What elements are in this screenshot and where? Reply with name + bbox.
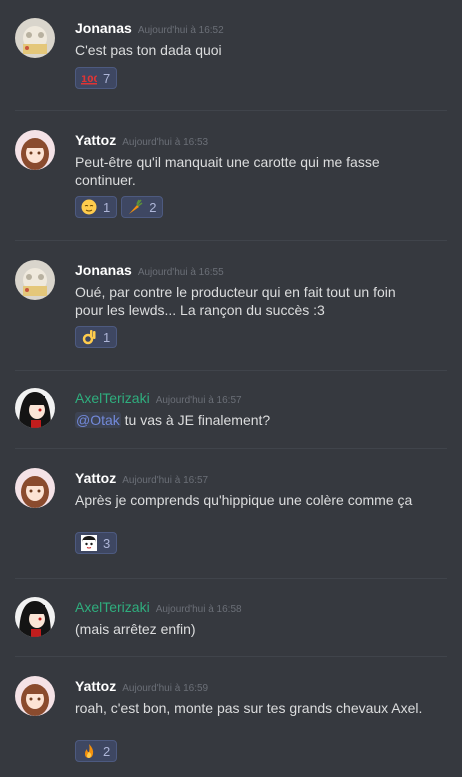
reaction-count: 3: [103, 535, 111, 551]
message-divider: [15, 578, 447, 579]
message-text: @Otak tu vas à JE finalement?: [75, 411, 425, 429]
message-divider: [15, 656, 447, 657]
carrot-icon: [127, 199, 143, 215]
message-divider: [15, 370, 447, 371]
reaction-button[interactable]: 2: [75, 740, 118, 762]
ok-hand-icon: [81, 329, 97, 345]
timestamp: Aujourd'hui à 16:58: [155, 604, 242, 615]
avatar[interactable]: [15, 468, 55, 508]
avatar[interactable]: [15, 676, 55, 716]
timestamp: Aujourd'hui à 16:57: [155, 395, 242, 406]
avatar[interactable]: [15, 388, 55, 428]
author-name[interactable]: Jonanas: [75, 20, 132, 36]
avatar[interactable]: [15, 18, 55, 58]
reaction-count: 2: [103, 743, 111, 759]
avatar[interactable]: [15, 597, 55, 637]
reaction-button[interactable]: 2: [121, 196, 164, 218]
author-name[interactable]: Jonanas: [75, 262, 132, 278]
message-divider: [15, 448, 447, 449]
author-name[interactable]: Yattoz: [75, 678, 116, 694]
avatar[interactable]: [15, 130, 55, 170]
message-text: roah, c'est bon, monte pas sur tes grand…: [75, 700, 423, 716]
timestamp: Aujourd'hui à 16:52: [137, 25, 224, 36]
reaction-count: 7: [103, 70, 111, 86]
message-text: Peut-être qu'il manquait une carotte qui…: [75, 154, 380, 188]
timestamp: Aujourd'hui à 16:55: [137, 267, 224, 278]
reaction-button[interactable]: 1: [75, 326, 118, 348]
message-text: Oué, par contre le producteur qui en fai…: [75, 284, 396, 318]
author-name[interactable]: Yattoz: [75, 470, 116, 486]
custom-face-icon: [81, 535, 97, 551]
reaction-button[interactable]: 1: [75, 196, 118, 218]
message-text: Après je comprends qu'hippique une colèr…: [75, 492, 413, 508]
user-mention[interactable]: @Otak: [75, 412, 121, 428]
avatar[interactable]: [15, 260, 55, 300]
timestamp: Aujourd'hui à 16:57: [122, 475, 209, 486]
author-name[interactable]: AxelTerizaki: [75, 599, 150, 615]
fire-icon: [81, 743, 97, 759]
message-text: C'est pas ton dada quoi: [75, 42, 222, 58]
reaction-button[interactable]: 100 7: [75, 67, 118, 89]
message-divider: [15, 240, 447, 241]
100-icon: 100: [81, 70, 100, 86]
message-text: (mais arrêtez enfin): [75, 621, 196, 637]
reaction-count: 1: [103, 199, 111, 215]
author-name[interactable]: AxelTerizaki: [75, 390, 150, 406]
reaction-count: 2: [149, 199, 157, 215]
author-name[interactable]: Yattoz: [75, 132, 116, 148]
reaction-count: 1: [103, 329, 111, 345]
timestamp: Aujourd'hui à 16:53: [122, 137, 209, 148]
timestamp: Aujourd'hui à 16:59: [122, 683, 209, 694]
relieved-face-icon: [81, 199, 97, 215]
message-divider: [15, 110, 447, 111]
message-text-body: tu vas à JE finalement?: [120, 412, 271, 428]
reaction-button[interactable]: 3: [75, 532, 118, 554]
